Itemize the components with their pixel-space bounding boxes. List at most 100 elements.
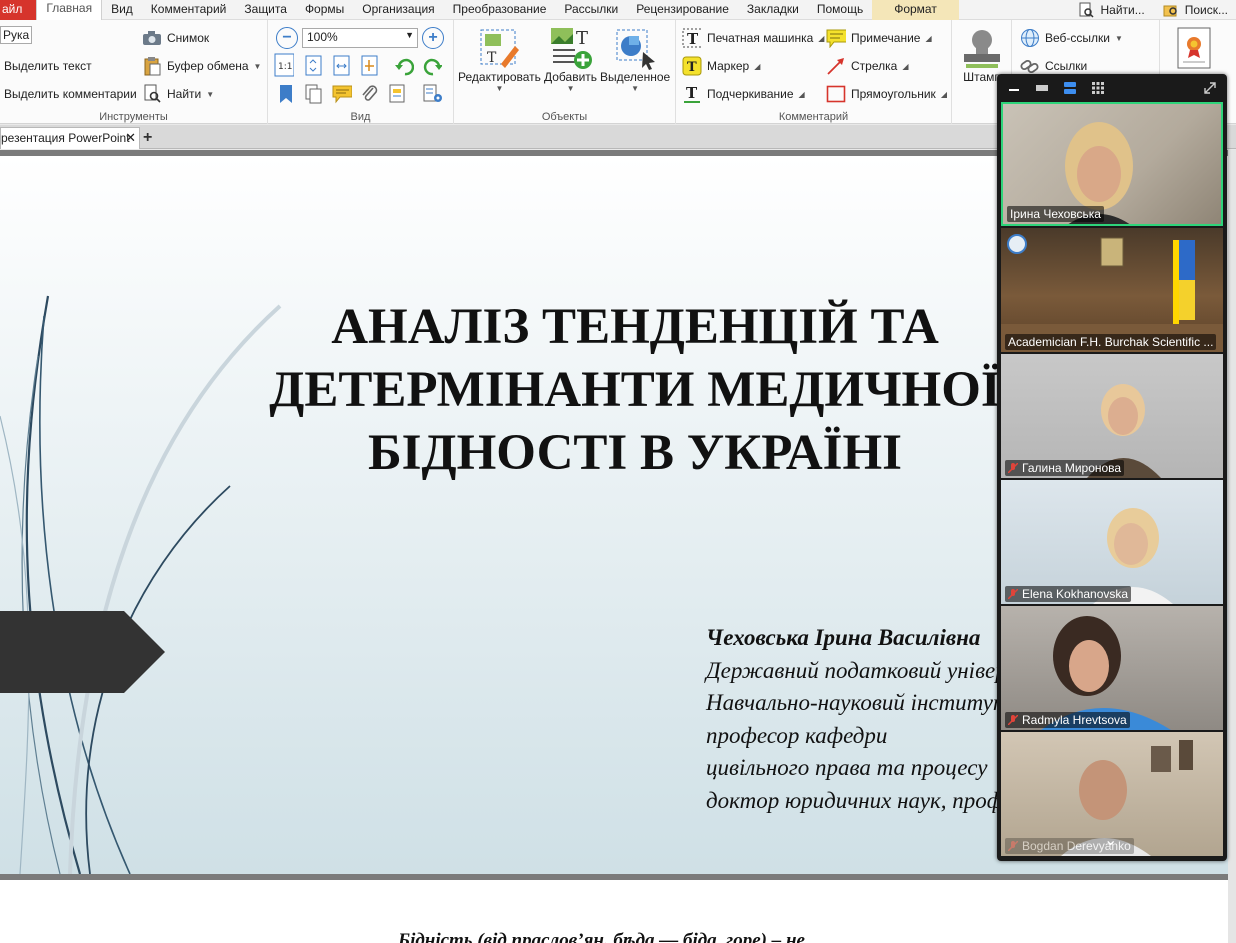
snapshot-button[interactable]: Снимок: [142, 28, 209, 48]
pages-button[interactable]: [304, 84, 324, 104]
menu-tab-home[interactable]: Главная: [36, 0, 103, 20]
add-object-button[interactable]: T Добавить ▼: [544, 26, 597, 93]
svg-text:T: T: [686, 84, 698, 102]
view-settings-button[interactable]: [422, 84, 442, 104]
slide-title-line-1: АНАЛІЗ ТЕНДЕНЦІЙ ТА: [331, 299, 939, 355]
search-folder-icon: [1161, 0, 1181, 20]
hand-tool-button[interactable]: Рука: [0, 26, 33, 44]
expand-icon[interactable]: [1201, 79, 1219, 97]
video-tile[interactable]: Галина Миронова: [1001, 354, 1223, 478]
chevron-down-icon[interactable]: ⌄: [1104, 830, 1117, 850]
note-button[interactable]: Примечание ◢: [826, 28, 932, 48]
menu-tab-review[interactable]: Рецензирование: [627, 0, 738, 20]
find-menu-button[interactable]: Найти...: [1068, 0, 1152, 20]
svg-text:T: T: [687, 30, 699, 48]
menu-tab-organize[interactable]: Организация: [353, 0, 443, 20]
add-tab-button[interactable]: +: [143, 129, 152, 147]
stamp-icon: [960, 26, 1004, 70]
participant-name: Elena Kokhanovska: [1005, 586, 1132, 602]
fit-visible-icon: [360, 55, 380, 76]
menu-tab-convert[interactable]: Преобразование: [444, 0, 556, 20]
rotate-right-button[interactable]: [422, 56, 442, 76]
participant-name: Radmyla Hrevtsova: [1005, 712, 1130, 728]
rotate-left-button[interactable]: [394, 56, 414, 76]
search-menu-button[interactable]: Поиск...: [1153, 0, 1236, 20]
fields-button[interactable]: [388, 84, 408, 104]
svg-text:T: T: [487, 50, 497, 66]
select-text-button[interactable]: Выделить текст: [4, 59, 92, 73]
underline-icon: T: [682, 84, 702, 104]
actual-size-icon: 1:1: [274, 53, 294, 77]
ribbon-group-objects: T Редактировать ▼ T Добавить ▼ Выделенно…: [454, 20, 676, 124]
select-comments-button[interactable]: Выделить комментарии: [4, 87, 137, 101]
mic-muted-icon: [1007, 588, 1019, 600]
fit-width-button[interactable]: [332, 55, 352, 76]
slide-title-line-3: БІДНОСТІ В УКРАЇНІ: [367, 425, 903, 481]
video-tile[interactable]: Bogdan Derevyanko ⌄: [1001, 732, 1223, 856]
thumbnail-view-icon[interactable]: [1033, 79, 1051, 97]
video-tile[interactable]: Academician F.H. Burchak Scientific ...: [1001, 228, 1223, 352]
find-button[interactable]: Найти ▼: [142, 84, 214, 104]
comments-panel-button[interactable]: [332, 84, 352, 104]
menu-tab-mailings[interactable]: Рассылки: [555, 0, 627, 20]
menu-tab-format[interactable]: Формат: [872, 0, 959, 20]
minimize-icon[interactable]: [1005, 79, 1023, 97]
certificate-button[interactable]: [1172, 26, 1216, 70]
actual-size-button[interactable]: 1:1: [274, 53, 294, 77]
selected-object-button[interactable]: Выделенное ▼: [600, 26, 670, 93]
video-call-panel: Ірина Чеховська Academician F.H. Burchak…: [997, 74, 1227, 861]
pdf-editor-window: айл Главная Вид Комментарий Защита Формы…: [0, 0, 1236, 943]
next-page-text: Бідність (від праслов’ян. бѣда — біда, г…: [398, 930, 805, 943]
chevron-down-icon: ▼: [253, 61, 262, 71]
clipboard-button[interactable]: Буфер обмена ▼: [142, 56, 261, 76]
arrow-icon: [826, 56, 846, 76]
speaker-view-icon[interactable]: [1061, 79, 1079, 97]
group-label-view: Вид: [350, 111, 371, 123]
edit-object-button[interactable]: T Редактировать ▼: [458, 26, 541, 93]
group-label-objects: Объекты: [541, 111, 588, 123]
rectangle-button[interactable]: Прямоугольник ◢: [826, 84, 947, 104]
bookmark-button[interactable]: [276, 84, 296, 104]
video-tile[interactable]: Radmyla Hrevtsova: [1001, 606, 1223, 730]
video-tile[interactable]: Elena Kokhanovska: [1001, 480, 1223, 604]
find-doc-icon: [1076, 0, 1096, 20]
links-button[interactable]: Ссылки: [1020, 56, 1087, 76]
globe-icon: [1020, 28, 1040, 48]
close-icon[interactable]: ✕: [125, 130, 136, 146]
ribbon-group-comments: T Печатная машинка ◢ T Маркер ◢ T Подчерки…: [676, 20, 952, 124]
menu-tab-help[interactable]: Помощь: [808, 0, 872, 20]
menu-tab-bookmarks[interactable]: Закладки: [738, 0, 808, 20]
menu-tab-forms[interactable]: Формы: [296, 0, 353, 20]
document-tab[interactable]: резентация PowerPoint ✕: [0, 127, 140, 149]
zoom-in-button[interactable]: +: [422, 27, 444, 49]
svg-text:T: T: [687, 60, 697, 75]
fit-visible-button[interactable]: [360, 55, 380, 76]
rotate-right-icon: [422, 56, 442, 76]
arrow-button[interactable]: Стрелка ◢: [826, 56, 908, 76]
vertical-scrollbar[interactable]: [1228, 150, 1236, 943]
video-tile[interactable]: Ірина Чеховська: [1001, 102, 1223, 226]
mic-muted-icon: [1007, 840, 1019, 852]
link-chain-icon: [1020, 56, 1040, 76]
fit-page-button[interactable]: [304, 55, 324, 76]
marker-button[interactable]: T Маркер ◢: [682, 56, 760, 76]
typewriter-button[interactable]: T Печатная машинка ◢: [682, 28, 824, 48]
menu-bar: айл Главная Вид Комментарий Защита Формы…: [0, 0, 1236, 20]
mic-muted-icon: [1007, 462, 1019, 474]
menu-tab-view[interactable]: Вид: [102, 0, 142, 20]
chevron-down-icon: ▼: [566, 84, 575, 93]
menu-tab-protect[interactable]: Защита: [235, 0, 296, 20]
underline-button[interactable]: T Подчеркивание ◢: [682, 84, 805, 104]
gallery-view-icon[interactable]: [1089, 79, 1107, 97]
rectangle-icon: [826, 84, 846, 104]
menu-file[interactable]: айл: [0, 0, 37, 20]
participant-name: Academician F.H. Burchak Scientific ...: [1005, 334, 1217, 350]
chevron-down-icon: ▼: [405, 30, 414, 40]
web-links-button[interactable]: Веб-ссылки ▼: [1020, 28, 1123, 48]
attachments-button[interactable]: [360, 84, 380, 104]
group-label-comments: Комментарий: [778, 111, 849, 123]
zoom-select[interactable]: 100% ▼: [302, 28, 418, 48]
zoom-out-button[interactable]: −: [276, 27, 298, 49]
menu-tab-comment[interactable]: Комментарий: [142, 0, 236, 20]
certificate-icon: [1172, 26, 1216, 70]
